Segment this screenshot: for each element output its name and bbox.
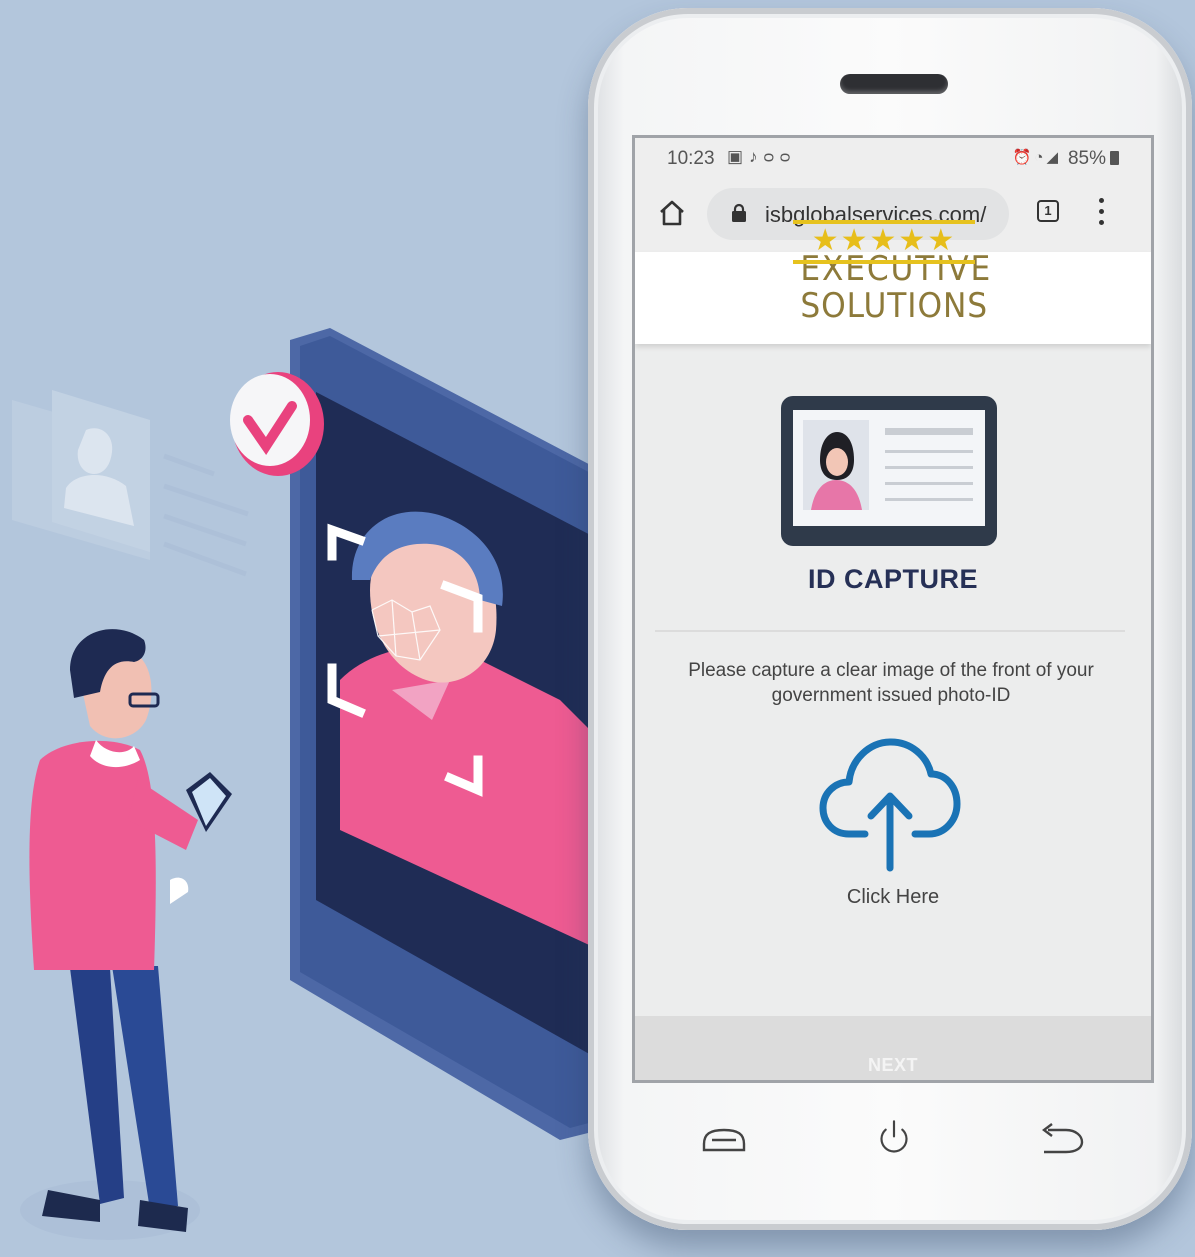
status-notification-icons: ▣♪ᴑᴑ: [727, 147, 796, 167]
person-with-phone-graphic: [20, 629, 232, 1240]
recent-apps-icon[interactable]: [700, 1120, 748, 1160]
battery-indicator: 85%: [1068, 148, 1119, 170]
status-system-icons: ⏰◔◢: [1013, 148, 1061, 166]
logo-rule-bottom: [793, 260, 975, 264]
instructions-text: Please capture a clear image of the fron…: [688, 660, 1094, 706]
status-bar: 10:23 ▣♪ᴑᴑ ⏰◔◢ 85%: [635, 138, 1151, 178]
voicemail-icon: ᴑᴑ: [763, 147, 797, 166]
phone-screen: 10:23 ▣♪ᴑᴑ ⏰◔◢ 85% isbglobalservices.com…: [632, 135, 1154, 1083]
image-icon: ▣: [727, 147, 750, 166]
upload-link[interactable]: Click Here: [635, 886, 1151, 909]
menu-icon[interactable]: [1097, 198, 1105, 230]
power-icon[interactable]: [870, 1118, 918, 1158]
logo-line-solutions: SOLUTIONS: [800, 286, 989, 326]
logo-stars: ★★★★★: [811, 224, 957, 257]
next-button[interactable]: NEXT: [635, 1016, 1151, 1080]
phone-earpiece: [840, 74, 948, 94]
battery-icon: [1110, 151, 1119, 165]
divider: [655, 630, 1125, 632]
alarm-icon: ⏰: [1012, 149, 1035, 166]
status-time: 10:23: [667, 148, 715, 169]
browser-viewport: 10:23 ▣♪ᴑᴑ ⏰◔◢ 85% isbglobalservices.com…: [635, 138, 1151, 1080]
lock-icon: [732, 203, 746, 222]
tabs-icon[interactable]: 1: [1037, 200, 1059, 222]
upload-cloud-icon[interactable]: [819, 738, 961, 872]
site-header: EXECUTIVE SOLUTIONS: [635, 252, 1151, 344]
music-note-icon: ♪: [749, 147, 764, 166]
signal-icon: ◢: [1046, 149, 1061, 166]
back-icon[interactable]: [1038, 1120, 1086, 1160]
wifi-icon: ◔: [1034, 149, 1047, 166]
profile-card-graphic: [12, 390, 249, 577]
phone-frame: 10:23 ▣♪ᴑᴑ ⏰◔◢ 85% isbglobalservices.com…: [588, 8, 1192, 1230]
home-icon[interactable]: [657, 198, 687, 228]
page-title: ID CAPTURE: [807, 564, 978, 594]
tilted-phone-graphic: [230, 328, 600, 1140]
id-card-icon: [781, 396, 997, 546]
battery-percentage: 85%: [1067, 148, 1106, 169]
